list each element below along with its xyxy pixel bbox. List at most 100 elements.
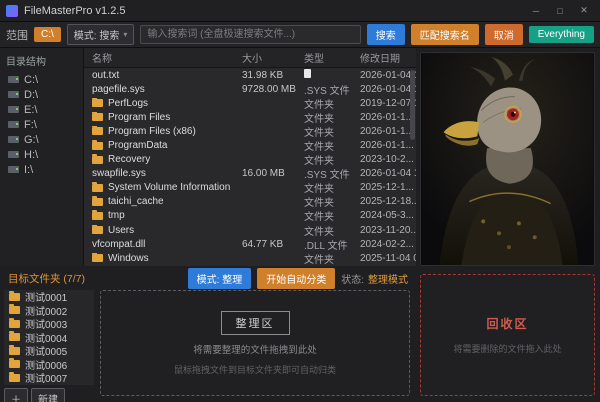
app-window: FileMasterPro v1.2.5 ─ □ ✕ 范围 C:\ 模式: 搜索… (0, 0, 600, 402)
organize-drop-zone[interactable]: 整理区 将需要整理的文件拖拽到此处 鼠标拖拽文件到目标文件夹即可自动归类 (100, 290, 410, 396)
file-name: System Volume Information (108, 182, 230, 193)
organize-header-row: 目标文件夹 (7/7) 模式: 整理 开始自动分类 状态: 整理模式 (0, 266, 416, 290)
table-row[interactable]: taichi_cache文件夹2025-12-18... (84, 195, 416, 209)
tree-item-drive[interactable]: E:\ (0, 102, 83, 117)
minimize-button[interactable]: ─ (526, 3, 546, 19)
cell-type: 文件夹 (304, 251, 360, 266)
search-input[interactable] (140, 25, 360, 44)
tree-item-drive[interactable]: D:\ (0, 87, 83, 102)
cell-date: 2026-01-1... (360, 112, 416, 123)
cell-name: Recovery (92, 154, 242, 165)
table-row[interactable]: ProgramData 文件夹2026-01-1... (84, 138, 416, 152)
maximize-button[interactable]: □ (550, 3, 570, 19)
folder-icon (92, 99, 103, 107)
organize-row: 测试0001测试0002测试0003测试0004测试0005测试0006测试00… (0, 290, 416, 402)
tree-item-drive[interactable]: I:\ (0, 162, 83, 177)
cell-size: 64.77 KB (242, 239, 304, 250)
cell-name: taichi_cache (92, 196, 242, 207)
drive-icon (8, 166, 19, 173)
cell-date: 2026-01-1... (360, 140, 416, 151)
tree-item-drive[interactable]: F:\ (0, 117, 83, 132)
folder-icon (9, 320, 20, 328)
list-item-target-folder[interactable]: 测试0003 (4, 317, 94, 331)
cell-type (304, 69, 360, 81)
file-list-header: 名称 大小 类型 修改日期 (84, 48, 416, 68)
cell-date: 2026-01-04 1... (360, 84, 416, 95)
scope-drive-button[interactable]: C:\ (34, 27, 61, 42)
organize-zone-hint2: 鼠标拖拽文件到目标文件夹即可自动归类 (174, 363, 336, 376)
recycle-drop-zone[interactable]: 回收区 将需要删除的文件拖入此处 (420, 274, 595, 396)
table-row[interactable]: Windows文件夹2025-11-04 0... (84, 251, 416, 265)
drive-label: G:\ (24, 134, 39, 146)
tree-item-drive[interactable]: G:\ (0, 132, 83, 147)
cell-name: out.txt (92, 70, 242, 81)
status-text: 状态: 整理模式 (341, 271, 408, 286)
window-title: FileMasterPro v1.2.5 (24, 5, 125, 17)
close-button[interactable]: ✕ (574, 3, 594, 19)
table-row[interactable]: pagefile.sys9728.00 MB.SYS 文件2026-01-04 … (84, 82, 416, 96)
auto-classify-button[interactable]: 开始自动分类 (257, 268, 335, 289)
table-row[interactable]: System Volume Information文件夹2025-12-1... (84, 181, 416, 195)
cell-name: System Volume Information (92, 182, 242, 193)
table-row[interactable]: swapfile.sys16.00 MB.SYS 文件2026-01-04 1.… (84, 167, 416, 181)
tree-item-drive[interactable]: H:\ (0, 147, 83, 162)
folder-icon (9, 347, 20, 355)
column-size[interactable]: 大小 (242, 50, 304, 65)
list-item-target-folder[interactable]: 测试0007 (4, 371, 94, 385)
organize-mode-button[interactable]: 模式: 整理 (188, 268, 252, 289)
cell-type: 文件夹 (304, 208, 360, 223)
search-mode-select[interactable]: 模式: 搜索 ▾ (67, 24, 135, 45)
table-row[interactable]: tmp文件夹2024-05-3... (84, 209, 416, 223)
add-folder-plus-button[interactable]: ＋ (4, 388, 28, 402)
cancel-button[interactable]: 取消 (485, 24, 523, 45)
table-row[interactable]: Program Files (x86)文件夹2026-01-1... (84, 124, 416, 138)
drive-icon (8, 91, 19, 98)
cell-name: ProgramData (92, 140, 242, 151)
cell-size: 9728.00 MB (242, 84, 304, 95)
everything-button[interactable]: Everything (529, 26, 594, 43)
list-item-target-folder[interactable]: 测试0006 (4, 358, 94, 372)
drive-label: H:\ (24, 149, 38, 161)
column-name[interactable]: 名称 (92, 50, 242, 65)
file-rows: out.txt31.98 KB2026-01-04 1... pagefile.s… (84, 68, 416, 266)
list-item-target-folder[interactable]: 测试0001 (4, 290, 94, 304)
folder-icon (92, 184, 103, 192)
cell-date: 2023-11-20... (360, 225, 416, 236)
column-date[interactable]: 修改日期 (360, 50, 416, 65)
cell-type: 文件夹 (304, 194, 360, 209)
new-folder-button[interactable]: 新建 (31, 388, 65, 402)
table-row[interactable]: vfcompat.dll64.77 KB.DLL 文件2024-02-2... (84, 237, 416, 251)
cell-date: 2019-12-07 1... (360, 98, 416, 109)
target-folders-title: 目标文件夹 (7/7) (8, 271, 85, 286)
folder-icon (9, 360, 20, 368)
cell-name: PerfLogs (92, 98, 242, 109)
table-row[interactable]: Program Files文件夹2026-01-1... (84, 110, 416, 124)
cell-size: 16.00 MB (242, 168, 304, 179)
match-name-button[interactable]: 匹配搜索名 (411, 24, 479, 45)
cell-type: 文件夹 (304, 138, 360, 153)
search-button[interactable]: 搜索 (367, 24, 405, 45)
table-row[interactable]: out.txt31.98 KB2026-01-04 1... (84, 68, 416, 82)
cell-date: 2025-12-1... (360, 182, 416, 193)
file-name: vfcompat.dll (92, 239, 145, 250)
table-row[interactable]: Users文件夹2023-11-20... (84, 223, 416, 237)
list-item-target-folder[interactable]: 测试0002 (4, 304, 94, 318)
search-toolbar: 范围 C:\ 模式: 搜索 ▾ 搜索 匹配搜索名 取消 Everything (0, 22, 600, 48)
cell-date: 2023-10-2... (360, 154, 416, 165)
file-name: pagefile.sys (92, 84, 145, 95)
cell-date: 2025-11-04 0... (360, 253, 416, 264)
file-name: Program Files (x86) (108, 126, 196, 137)
tree-item-drive[interactable]: C:\ (0, 72, 83, 87)
cell-name: vfcompat.dll (92, 239, 242, 250)
organize-zone-hint1: 将需要整理的文件拖拽到此处 (193, 342, 317, 356)
list-item-target-folder[interactable]: 测试0004 (4, 331, 94, 345)
folder-icon (92, 198, 103, 206)
drive-label: E:\ (24, 104, 37, 116)
table-row[interactable]: PerfLogs文件夹2019-12-07 1... (84, 96, 416, 110)
column-type[interactable]: 类型 (304, 50, 360, 65)
table-row[interactable]: Recovery文件夹2023-10-2... (84, 153, 416, 167)
left-main-area: 目录结构 C:\D:\E:\F:\G:\H:\I:\ 名称 大小 类型 修改日期… (0, 48, 416, 402)
cell-name: Users (92, 225, 242, 236)
list-item-target-folder[interactable]: 测试0005 (4, 344, 94, 358)
scrollbar[interactable] (410, 70, 415, 140)
